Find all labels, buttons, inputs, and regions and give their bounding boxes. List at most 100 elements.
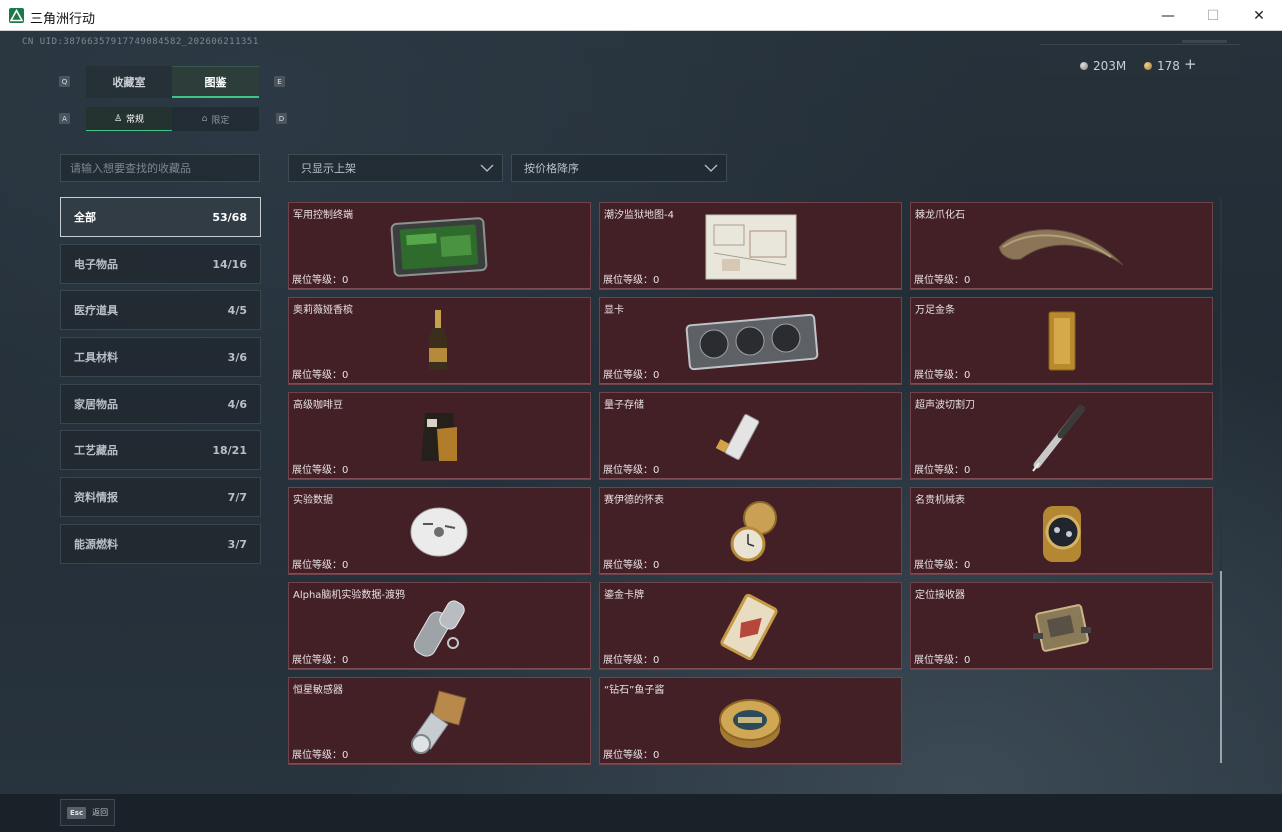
item-level: 展位等级：0 <box>603 560 660 571</box>
item-card[interactable]: 潮汐监狱地图-4 展位等级：0 <box>599 202 902 290</box>
category-count: 14/16 <box>212 257 247 271</box>
maximize-button[interactable]: ☐ <box>1190 0 1236 31</box>
item-level: 展位等级：0 <box>603 275 660 286</box>
item-card[interactable]: 实验数据 展位等级：0 <box>288 487 591 575</box>
item-level: 展位等级：0 <box>292 560 349 571</box>
item-level: 展位等级：0 <box>292 275 349 286</box>
tab-catalog[interactable]: 图鉴 <box>172 66 259 98</box>
search-input[interactable]: 请输入想要查找的收藏品 <box>60 154 260 182</box>
chevron-down-icon <box>480 164 494 172</box>
shelf-filter-label: 只显示上架 <box>301 162 356 175</box>
gold-coin-icon <box>1144 62 1152 70</box>
category-count: 7/7 <box>227 490 247 504</box>
item-card[interactable]: 军用控制终端 展位等级：0 <box>288 202 591 290</box>
category-count: 4/6 <box>227 397 247 411</box>
item-name: 超声波切割刀 <box>915 400 975 411</box>
app-logo-icon <box>9 8 24 23</box>
tab-normal-label: 常规 <box>126 115 145 125</box>
item-level: 展位等级：0 <box>603 465 660 476</box>
item-level: 展位等级：0 <box>914 465 971 476</box>
key-hint-e: E <box>274 76 285 87</box>
minimize-button[interactable]: — <box>1145 0 1191 31</box>
decor-line <box>1040 44 1240 45</box>
item-level: 展位等级：0 <box>914 560 971 571</box>
category-medical[interactable]: 医疗道具 4/5 <box>60 290 261 330</box>
item-card[interactable]: Alpha脑机实验数据-渡鸦 展位等级：0 <box>288 582 591 670</box>
player-uid: CN UID:3876635791774908​4582_20260621135… <box>22 37 259 47</box>
item-card[interactable]: 恒星敏感器 展位等级：0 <box>288 677 591 765</box>
category-count: 3/7 <box>227 537 247 551</box>
item-name: 棘龙爪化石 <box>915 210 965 221</box>
category-label: 工具材料 <box>74 351 118 364</box>
tab-limited[interactable]: ⌂ 限定 <box>172 107 259 131</box>
limited-icon: ⌂ <box>201 114 208 124</box>
category-label: 家居物品 <box>74 398 118 411</box>
add-currency-button[interactable]: + <box>1184 55 1197 73</box>
category-tools[interactable]: 工具材料 3/6 <box>60 337 261 377</box>
item-card[interactable]: 奥莉薇娅香槟 展位等级：0 <box>288 297 591 385</box>
item-name: 潮汐监狱地图-4 <box>604 210 674 221</box>
window-title: 三角洲行动 <box>30 12 96 27</box>
item-name: 量子存储 <box>604 400 644 411</box>
category-label: 工艺藏品 <box>74 444 118 457</box>
back-button[interactable]: Esc 返回 <box>60 799 115 826</box>
item-name: 名贵机械表 <box>915 495 965 506</box>
tab-normal[interactable]: ♙ 常规 <box>86 107 172 131</box>
category-all[interactable]: 全部 53/68 <box>60 197 261 237</box>
category-crafts[interactable]: 工艺藏品 18/21 <box>60 430 261 470</box>
item-name: 高级咖啡豆 <box>293 400 343 411</box>
item-card[interactable]: 棘龙爪化石 展位等级：0 <box>910 202 1213 290</box>
window-titlebar: 三角洲行动 — ☐ ✕ <box>0 0 1282 31</box>
item-name: 鎏金卡牌 <box>604 590 644 601</box>
normal-icon: ♙ <box>113 113 123 124</box>
item-level: 展位等级：0 <box>292 370 349 381</box>
category-label: 能源燃料 <box>74 538 118 551</box>
category-energy[interactable]: 能源燃料 3/7 <box>60 524 261 564</box>
item-level: 展位等级：0 <box>603 655 660 666</box>
item-name: 万足金条 <box>915 305 955 316</box>
item-level: 展位等级：0 <box>914 655 971 666</box>
tab-collection-room[interactable]: 收藏室 <box>86 66 172 98</box>
key-hint-a: A <box>59 113 70 124</box>
category-label: 医疗道具 <box>74 304 118 317</box>
item-name: 奥莉薇娅香槟 <box>293 305 353 316</box>
item-name: 军用控制终端 <box>293 210 353 221</box>
category-intel[interactable]: 资料情报 7/7 <box>60 477 261 517</box>
item-name: 显卡 <box>604 305 624 316</box>
category-count: 3/6 <box>227 350 247 364</box>
item-card[interactable]: 万足金条 展位等级：0 <box>910 297 1213 385</box>
item-name: “钻石”鱼子酱 <box>604 685 665 696</box>
item-name: 定位接收器 <box>915 590 965 601</box>
item-card[interactable]: 定位接收器 展位等级：0 <box>910 582 1213 670</box>
currency-coins-value: 178 <box>1157 59 1180 73</box>
item-card[interactable]: 超声波切割刀 展位等级：0 <box>910 392 1213 480</box>
item-card[interactable]: 显卡 展位等级：0 <box>599 297 902 385</box>
silver-coin-icon <box>1080 62 1088 70</box>
item-level: 展位等级：0 <box>292 655 349 666</box>
item-card[interactable]: 名贵机械表 展位等级：0 <box>910 487 1213 575</box>
game-viewport: CN UID:3876635791774908​4582_20260621135… <box>0 31 1282 832</box>
item-level: 展位等级：0 <box>603 370 660 381</box>
key-hint-q: Q <box>59 76 70 87</box>
item-card[interactable]: 量子存储 展位等级：0 <box>599 392 902 480</box>
item-name: 恒星敏感器 <box>293 685 343 696</box>
category-household[interactable]: 家居物品 4/6 <box>60 384 261 424</box>
currency-coins: 178 <box>1144 58 1180 74</box>
item-card[interactable]: 高级咖啡豆 展位等级：0 <box>288 392 591 480</box>
item-card[interactable]: 赛伊德的怀表 展位等级：0 <box>599 487 902 575</box>
currency-tickets-value: 203M <box>1093 59 1127 73</box>
key-hint-d: D <box>276 113 287 124</box>
sort-label: 按价格降序 <box>524 162 579 175</box>
item-name: Alpha脑机实验数据-渡鸦 <box>293 590 406 601</box>
sort-dropdown[interactable]: 按价格降序 <box>511 154 727 182</box>
category-count: 18/21 <box>212 443 247 457</box>
grid-scrollbar-thumb[interactable] <box>1220 571 1222 763</box>
category-electronics[interactable]: 电子物品 14/16 <box>60 244 261 284</box>
close-button[interactable]: ✕ <box>1236 0 1282 31</box>
back-label: 返回 <box>92 808 109 817</box>
item-card[interactable]: 鎏金卡牌 展位等级：0 <box>599 582 902 670</box>
item-card[interactable]: “钻石”鱼子酱 展位等级：0 <box>599 677 902 765</box>
tab-limited-label: 限定 <box>211 115 230 126</box>
shelf-filter-dropdown[interactable]: 只显示上架 <box>288 154 503 182</box>
chevron-down-icon <box>704 164 718 172</box>
